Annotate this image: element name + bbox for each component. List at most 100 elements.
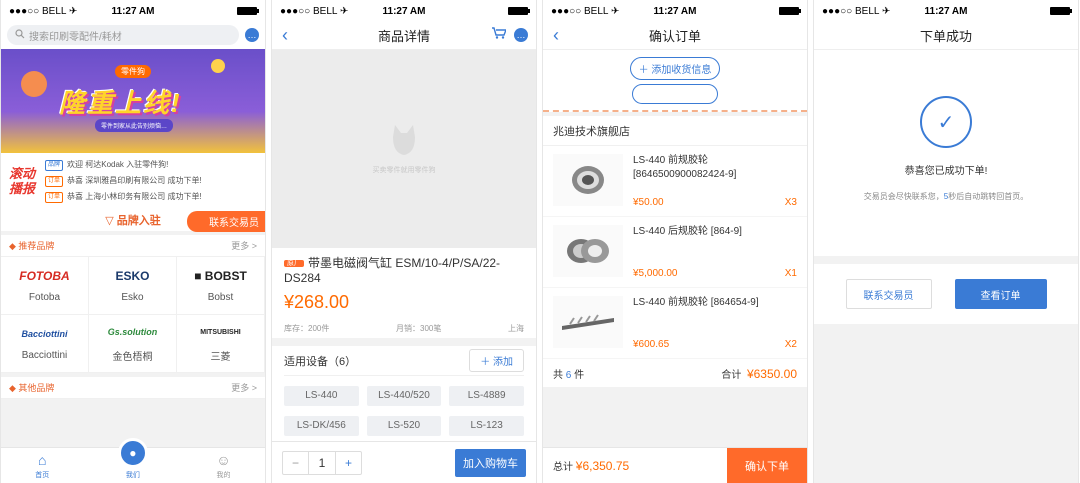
order-items: LS-440 前规胶轮 [8646500900082424-9] ¥50.00 … [543, 146, 807, 359]
contact-trader-button[interactable]: 联系交易员 [187, 211, 265, 232]
more-link[interactable]: 更多 > [231, 239, 257, 252]
product-price: ¥268.00 [284, 292, 350, 312]
order-success-screen: ●●●○○ BELL ✈ 11:27 AM 下单成功 ✓ 恭喜您已成功下单! 交… [813, 0, 1079, 483]
brand-name: 三菱 [210, 352, 231, 363]
order-item[interactable]: LS-440 后规胶轮 [864-9] ¥5,000.00 X1 [543, 217, 807, 288]
item-price: ¥600.65 [633, 339, 670, 350]
contact-trader-button[interactable]: 联系交易员 [845, 279, 932, 309]
item-name: LS-440 后规胶轮 [864-9] [633, 226, 742, 237]
order-item[interactable]: LS-440 前规胶轮 [864654-9] ¥600.65 X2 [543, 288, 807, 359]
news-text: 恭喜 深圳雅昌印刷有限公司 成功下单! [67, 176, 202, 185]
item-foot: ¥5,000.00 X1 [633, 268, 797, 279]
brand-entry-link[interactable]: ▽ 品牌入驻 联系交易员 [1, 209, 265, 232]
back-icon[interactable]: ‹ [282, 25, 288, 46]
tab-home[interactable]: ⌂ 首页 [35, 452, 49, 480]
page-title: 下单成功 [919, 29, 972, 44]
stock-count: 库存：200件 [284, 324, 330, 333]
battery-icon [237, 7, 259, 15]
equipment-chip[interactable]: LS-440/520 [366, 386, 442, 406]
add-to-cart-button[interactable]: 加入购物车 [455, 448, 526, 477]
brand-name: Fotoba [28, 292, 61, 303]
hot-badge: 原厂 [284, 260, 304, 267]
decrement-button[interactable]: − [283, 451, 309, 474]
brand-fotoba[interactable]: FOTOBA Fotoba [1, 257, 89, 315]
recommended-brands-header: ◆ 推荐品牌 更多 > [1, 235, 265, 257]
other-brands-title: ◆ 其他品牌 [9, 383, 55, 393]
product-image-placeholder: 买卖零件就用零件狗 [272, 50, 536, 248]
status-bar: ●●●○○ BELL ✈ 11:27 AM [543, 0, 807, 22]
news-ticker: 滚动播报 品牌 欢迎 柯达Kodak 入驻零件狗! 订单 恭喜 深圳雅昌印刷有限公司… [1, 153, 265, 209]
banner-logo: 零件狗 [115, 65, 151, 78]
search-input[interactable]: 搜索印刷零配件/耗材 [7, 25, 239, 45]
dog-placeholder-icon [389, 123, 419, 159]
equipment-chip[interactable]: LS-440 [284, 386, 359, 406]
location: 上海 [508, 324, 524, 333]
message-icon[interactable]: … [514, 27, 528, 42]
carrier-label: ●●●○○ BELL ✈ [280, 5, 349, 17]
tab-bar: ⌂ 首页 ● 我们 ☺ 我的 [1, 438, 265, 483]
part-thumbnail [553, 296, 623, 348]
item-name: LS-440 前规胶轮 [8646500900082424-9] [633, 155, 737, 180]
quantity-value[interactable]: 1 [309, 452, 335, 474]
item-body: LS-440 后规胶轮 [864-9] ¥5,000.00 X1 [633, 225, 797, 279]
brand-logo: Gs.solution [107, 327, 158, 337]
cart-bar: − 1 + 加入购物车 [272, 441, 536, 483]
equipment-chip[interactable]: LS-520 [366, 416, 442, 436]
battery-icon [1050, 7, 1072, 15]
brand-logo: Bacciottini [21, 329, 68, 339]
news-text: 欢迎 柯达Kodak 入驻零件狗! [67, 160, 169, 169]
search-placeholder: 搜索印刷零配件/耗材 [29, 31, 122, 43]
item-name: LS-440 前规胶轮 [864654-9] [633, 297, 759, 308]
item-count: 共 6 件 [553, 369, 585, 381]
moon-illustration [211, 59, 225, 73]
view-order-button[interactable]: 查看订单 [954, 279, 1047, 309]
banner-headline: 隆重上线! [59, 88, 182, 118]
cart-icon[interactable] [492, 27, 508, 42]
brand-gs-solution[interactable]: Gs.solution 金色梧桐 [89, 315, 177, 373]
equipment-chip[interactable]: LS-123 [449, 416, 524, 436]
bearing-thumbnail [553, 225, 623, 277]
banner-subtitle: 零件到家从此告别烦恼… [95, 119, 174, 132]
planet-illustration [21, 71, 47, 97]
increment-button[interactable]: + [335, 451, 361, 474]
brand-mitsubishi[interactable]: MITSUBISHI 三菱 [177, 315, 265, 373]
order-item[interactable]: LS-440 前规胶轮 [8646500900082424-9] ¥50.00 … [543, 146, 807, 217]
promo-banner[interactable]: 零件狗 隆重上线! 零件到家从此告别烦恼… [1, 49, 265, 153]
add-address-button[interactable]: ＋ 添加收货信息 [629, 56, 721, 80]
success-panel: ✓ 恭喜您已成功下单! 交易员会尽快联系您，5秒后自动跳转回首页。 [814, 50, 1078, 256]
back-icon[interactable]: ‹ [553, 25, 559, 46]
brand-entry-label: 品牌入驻 [116, 215, 161, 227]
equipment-chips: LS-440 LS-440/520 LS-4889 LS-DK/456 LS-5… [284, 376, 524, 446]
add-equipment-button[interactable]: ＋ 添加 [469, 349, 524, 372]
home-screen: ●●●○○ BELL ✈ 11:27 AM 搜索印刷零配件/耗材 … 零件狗 隆… [0, 0, 266, 483]
equipment-chip[interactable]: LS-DK/456 [284, 416, 359, 436]
battery-icon [779, 7, 801, 15]
brand-bacciottini[interactable]: Bacciottini Bacciottini [1, 315, 89, 373]
news-item[interactable]: 订单 恭喜 上海小林印务有限公司 成功下单! [45, 189, 202, 205]
confirm-order-button[interactable]: 确认下单 [727, 448, 807, 483]
home-icon: ⌂ [38, 452, 47, 468]
success-title: 恭喜您已成功下单! [904, 166, 988, 177]
grand-total: 总计 ¥6,350.75 [553, 459, 630, 473]
news-item[interactable]: 品牌 欢迎 柯达Kodak 入驻零件狗! [45, 157, 202, 173]
battery-icon [508, 7, 530, 15]
address-field[interactable] [632, 83, 718, 104]
quantity-stepper: − 1 + [282, 450, 362, 475]
tab-center[interactable]: ● 我们 [117, 438, 148, 480]
subtotal: 合计 ¥6350.00 [721, 366, 797, 381]
applicable-equipment: 适用设备（6） ＋ 添加 LS-440 LS-440/520 LS-4889 L… [272, 346, 536, 446]
message-icon[interactable]: … [245, 28, 259, 42]
equipment-chip[interactable]: LS-4889 [449, 386, 524, 406]
news-item[interactable]: 订单 恭喜 深圳雅昌印刷有限公司 成功下单! [45, 173, 202, 189]
check-icon: ✓ [920, 96, 972, 148]
store-name: 兆迪技术旗舰店 [543, 116, 807, 146]
more-link[interactable]: 更多 > [231, 381, 257, 394]
brand-esko[interactable]: ESKO Esko [89, 257, 177, 315]
brand-bobst[interactable]: ■ BOBST Bobst [177, 257, 265, 315]
status-bar: ●●●○○ BELL ✈ 11:27 AM [1, 0, 265, 22]
item-qty: X3 [784, 197, 797, 208]
item-qty: X1 [784, 268, 797, 279]
recommended-title: ◆ 推荐品牌 [9, 241, 55, 251]
item-foot: ¥600.65 X2 [633, 339, 797, 350]
tab-mine[interactable]: ☺ 我的 [216, 452, 230, 480]
